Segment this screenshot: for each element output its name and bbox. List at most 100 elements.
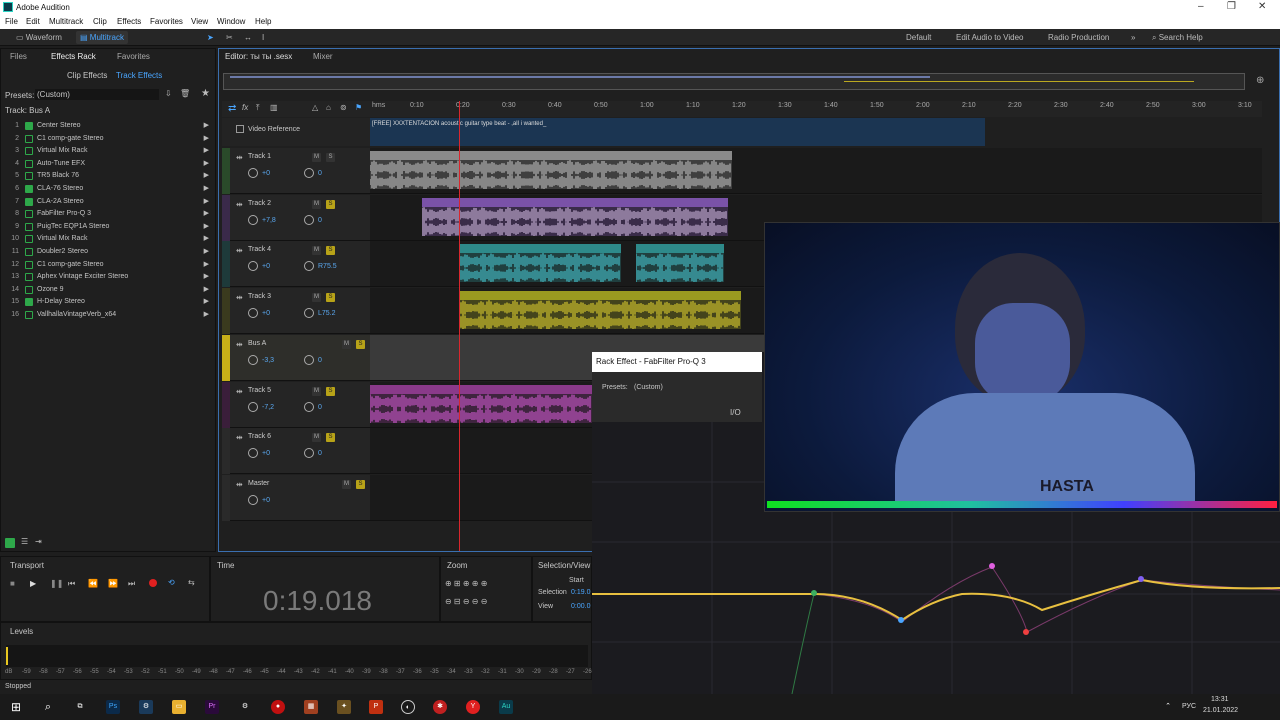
yandex-icon[interactable]: Y (466, 700, 480, 714)
track-name[interactable]: Track 4 (248, 246, 271, 253)
effect-slot[interactable]: 9 PuigTec EQP1A Stereo ▶ (5, 221, 213, 233)
power-icon[interactable] (25, 222, 33, 231)
effect-slot[interactable]: 7 CLA-2A Stereo ▶ (5, 196, 213, 208)
record-icon[interactable] (149, 579, 157, 587)
menu-multitrack[interactable]: Multitrack (49, 17, 83, 26)
premiere-icon[interactable]: Pr (205, 700, 219, 714)
audio-clip[interactable]: ммммо_mixdown_Track 2 Pan (422, 197, 728, 236)
delete-preset-icon[interactable]: 🗑 (180, 89, 190, 98)
chevron-right-icon[interactable]: ▶ (204, 271, 209, 283)
volume-knob-icon[interactable] (248, 308, 258, 319)
video-clip[interactable]: [FREE] XXXTENTACION acoustic guitar type… (370, 118, 985, 146)
track-name[interactable]: Master (248, 480, 269, 487)
pan-knob-icon[interactable] (304, 308, 314, 319)
search-taskbar-icon[interactable]: ⌕ (41, 700, 55, 714)
track-pan[interactable]: R75.5 (318, 263, 337, 270)
track-name[interactable]: Track 3 (248, 293, 271, 300)
save-preset-icon[interactable]: ⇩ (165, 89, 172, 98)
mute-button[interactable]: M (312, 293, 321, 303)
search-help[interactable]: ⌕ Search Help (1148, 31, 1207, 44)
selection-start[interactable]: 0:19.0 (571, 589, 590, 596)
time-ruler[interactable]: hms 0:10 0:20 0:30 0:40 0:50 1:00 1:10 1:20 1:30… (372, 101, 1262, 117)
effect-slot[interactable]: 13 Aphex Vintage Exciter Stereo ▶ (5, 271, 213, 283)
power-icon[interactable] (25, 311, 33, 319)
tab-clip-effects[interactable]: Clip Effects (67, 71, 107, 80)
menu-view[interactable]: View (191, 17, 208, 26)
audio-clip[interactable]: ммммо_mixdown_Track 5 (370, 384, 592, 423)
close-icon[interactable]: ✕ (1258, 1, 1266, 12)
volume-knob-icon[interactable] (248, 448, 258, 459)
pause-icon[interactable]: ❚❚ (50, 579, 63, 588)
minimize-icon[interactable]: – (1198, 1, 1204, 12)
app-icon-3[interactable]: ◐ (401, 700, 415, 714)
chevron-right-icon[interactable]: ▶ (204, 246, 209, 258)
track-name[interactable]: Track 1 (248, 153, 271, 160)
chevron-right-icon[interactable]: ▶ (204, 170, 209, 182)
track-header[interactable]: ⇹ Track 5 M S -7,2 0 (222, 381, 370, 428)
track-volume[interactable]: -3,3 (262, 357, 274, 364)
recorder-icon[interactable]: ● (271, 700, 285, 714)
power-icon[interactable] (25, 298, 33, 307)
volume-knob-icon[interactable] (248, 494, 258, 505)
track-header[interactable]: ⇹ Bus A M S -3,3 0 (222, 334, 370, 381)
clip-pan-menu[interactable]: Pan (604, 244, 615, 253)
settings-icon[interactable]: ⚙ (238, 700, 252, 714)
photoshop-icon[interactable]: Ps (106, 700, 120, 714)
fx-icon[interactable]: fx (242, 103, 248, 112)
mute-button[interactable]: M (312, 199, 321, 209)
tab-mixer[interactable]: Mixer (313, 49, 333, 65)
mute-button[interactable]: M (312, 433, 321, 443)
track-header[interactable]: ⇹ Track 6 M S +0 0 (222, 428, 370, 475)
tray-chevron-icon[interactable]: ⌃ (1161, 700, 1175, 714)
power-icon[interactable] (25, 210, 33, 219)
track-volume[interactable]: +0 (262, 450, 270, 457)
clip-pan-menu[interactable]: Pan (711, 198, 722, 207)
power-icon[interactable] (25, 273, 33, 282)
effect-slot[interactable]: 16 VallhallaVintageVerb_x64 ▶ (5, 309, 213, 321)
effect-slot[interactable]: 12 C1 comp-gate Stereo ▶ (5, 259, 213, 271)
audition-taskbar-icon[interactable]: Au (499, 700, 513, 714)
effect-slot[interactable]: 6 CLA-76 Stereo ▶ (5, 183, 213, 195)
menu-clip[interactable]: Clip (93, 17, 107, 26)
eq-band-3[interactable] (989, 563, 995, 569)
solo-button[interactable]: S (326, 199, 335, 209)
chevron-right-icon[interactable]: ▶ (204, 208, 209, 220)
track-volume[interactable]: +0 (262, 263, 270, 270)
menu-edit[interactable]: Edit (26, 17, 40, 26)
audio-clip[interactable]: APT_1 Pan (459, 291, 741, 330)
zoom-fit-icon[interactable]: ⊕ (1256, 75, 1264, 86)
solo-button[interactable]: S (356, 479, 365, 489)
app-icon-2[interactable]: ✦ (337, 700, 351, 714)
effect-slot[interactable]: 15 H-Delay Stereo ▶ (5, 296, 213, 308)
tab-favorites[interactable]: Favorites (117, 49, 150, 65)
loop-icon[interactable]: ⟲ (168, 578, 175, 587)
solo-button[interactable]: S (326, 293, 335, 303)
pan-knob-icon[interactable] (304, 168, 314, 178)
rewind-icon[interactable]: ⏪ (88, 579, 98, 588)
menu-favorites[interactable]: Favorites (150, 17, 183, 26)
snap-icon[interactable]: ⌂ (326, 103, 331, 112)
skip-icon[interactable]: ⇆ (188, 578, 195, 587)
volume-knob-icon[interactable] (248, 354, 258, 365)
track-header[interactable]: ⇹ Track 1 M S +0 0 (222, 148, 370, 194)
more-workspaces-icon[interactable]: » (1127, 31, 1139, 44)
power-icon[interactable] (25, 134, 33, 143)
zoom-in-amp-icon[interactable]: ⊕ ⊞ ⊕ ⊕ ⊕ (445, 579, 487, 588)
chevron-right-icon[interactable]: ▶ (204, 158, 209, 170)
tab-track-effects[interactable]: Track Effects (116, 71, 162, 80)
overview-bar[interactable] (223, 73, 1245, 90)
chevron-right-icon[interactable]: ▶ (204, 133, 209, 145)
fab-presets-value[interactable]: (Custom) (634, 384, 663, 391)
track-name[interactable]: Track 5 (248, 387, 271, 394)
track-volume[interactable]: -7,2 (262, 404, 274, 411)
track-name[interactable]: Track 2 (248, 200, 271, 207)
razor-tool-icon[interactable]: ✂ (222, 31, 237, 44)
sends-icon[interactable]: ⤒ (256, 103, 260, 113)
power-icon[interactable] (25, 285, 33, 294)
chevron-right-icon[interactable]: ▶ (204, 183, 209, 195)
chevron-right-icon[interactable]: ▶ (204, 221, 209, 233)
track-name[interactable]: Track 6 (248, 433, 271, 440)
insert-icon[interactable]: ⇥ (35, 537, 42, 546)
restore-icon[interactable]: ❐ (1227, 1, 1236, 12)
track-lane[interactable]: [FREE] XXXTENTACION acoustic guitar type… (370, 148, 1262, 194)
